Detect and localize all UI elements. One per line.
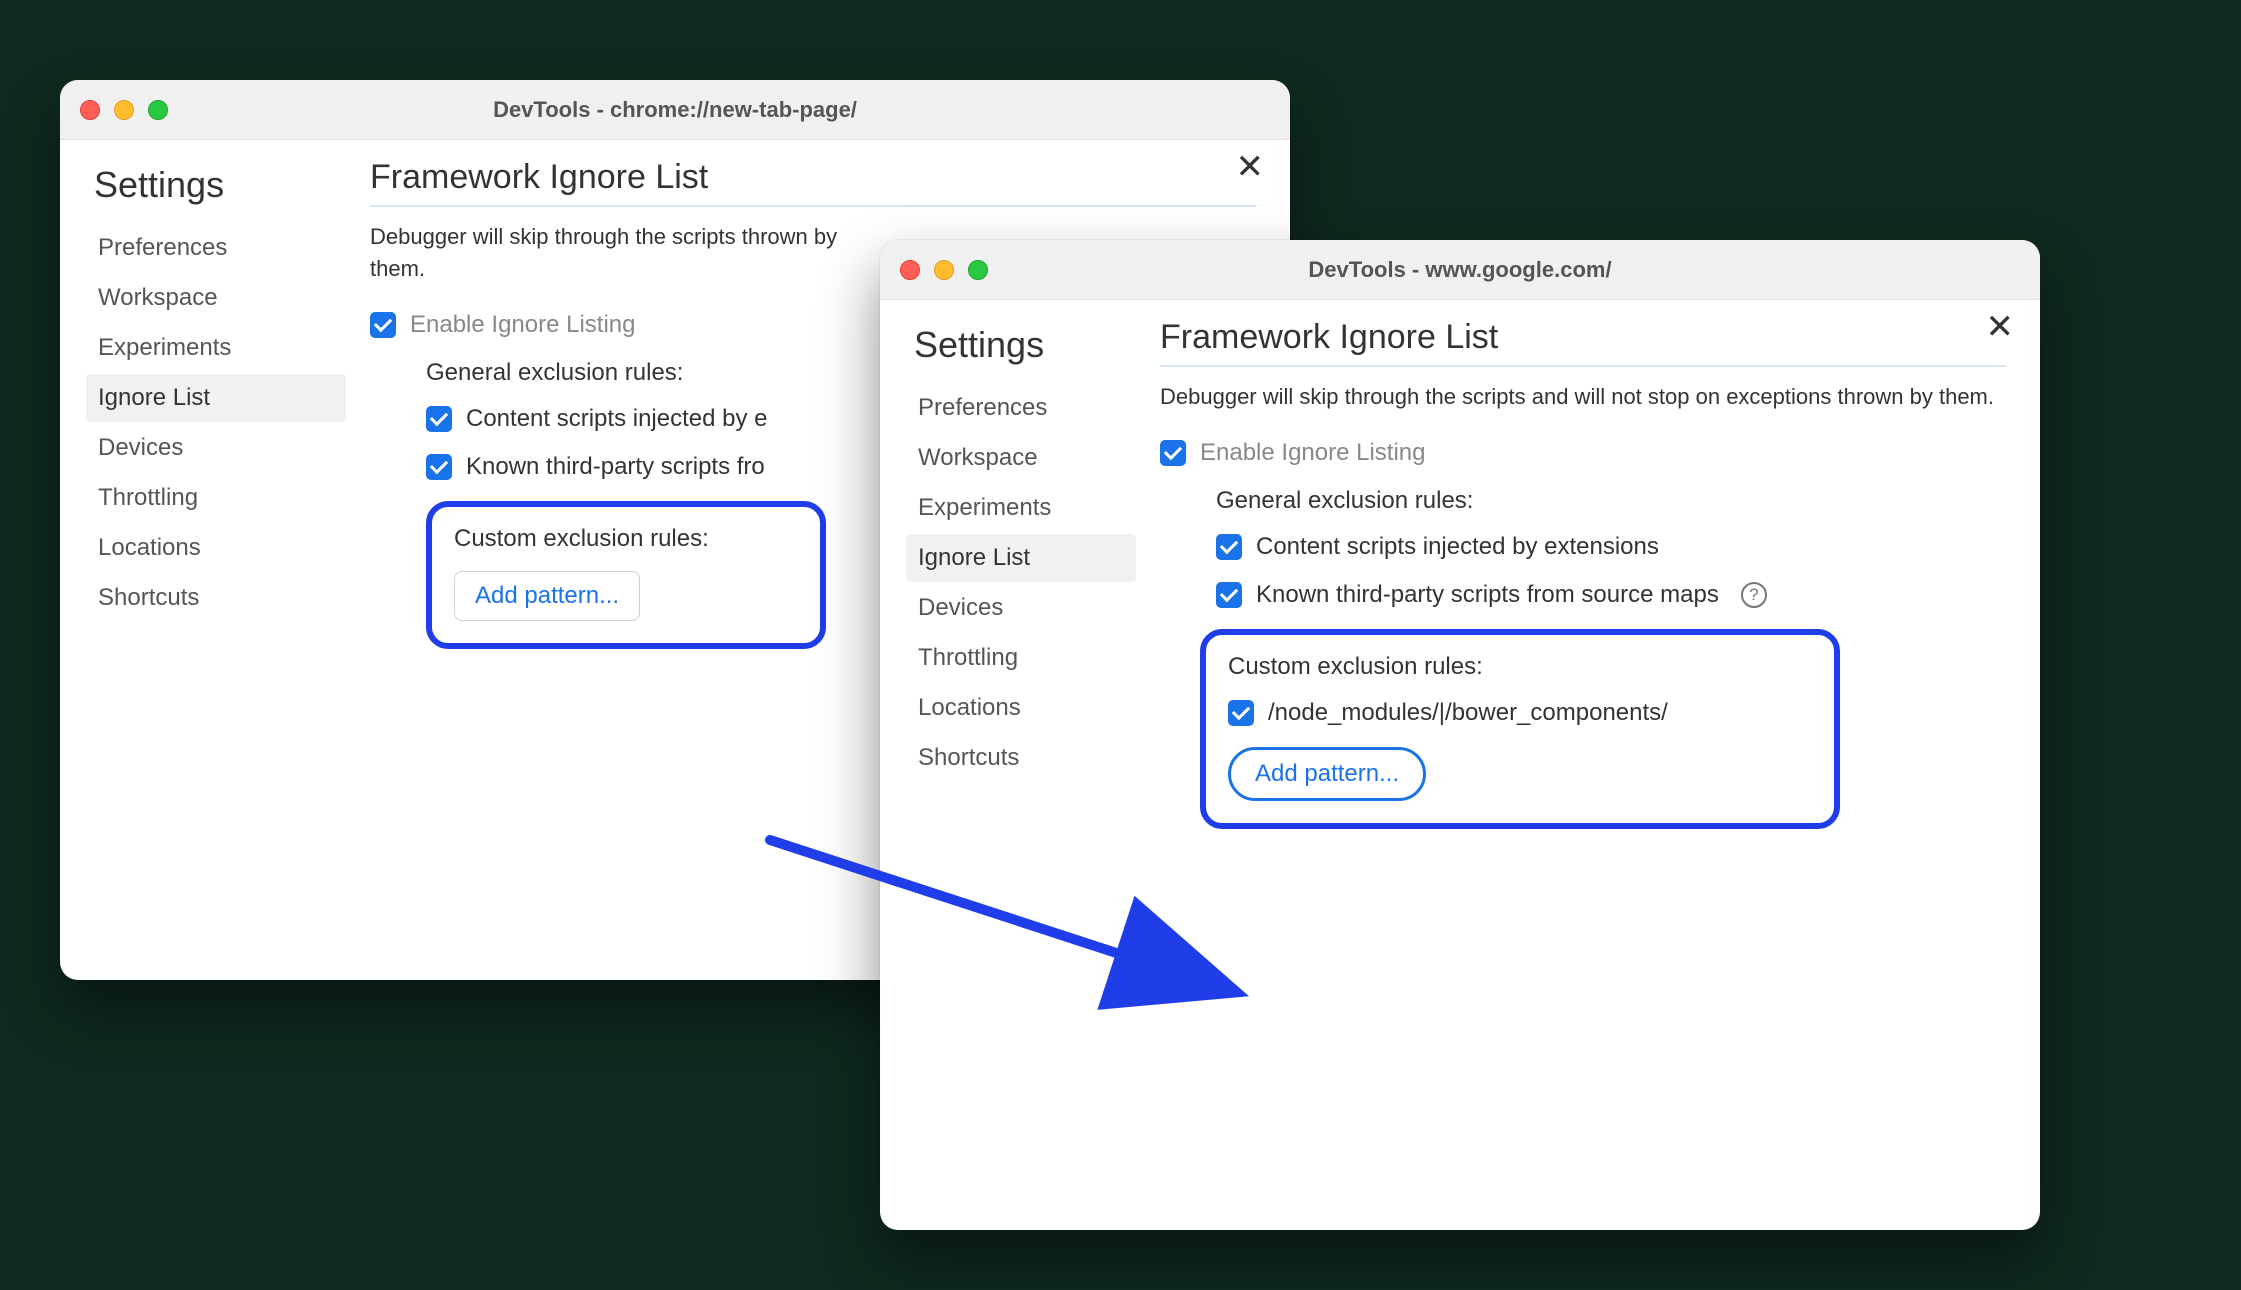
window-minimize-icon[interactable]: [934, 260, 954, 280]
rule-third-party-checkbox[interactable]: [1216, 582, 1242, 608]
sidebar-item-workspace[interactable]: Workspace: [906, 434, 1136, 482]
custom-exclusion-heading: Custom exclusion rules:: [454, 525, 798, 553]
traffic-lights: [80, 100, 168, 120]
custom-pattern-label: /node_modules/|/bower_components/: [1268, 699, 1668, 727]
custom-pattern-row[interactable]: /node_modules/|/bower_components/: [1228, 699, 1812, 727]
rule-content-scripts-row[interactable]: Content scripts injected by extensions: [1216, 533, 2006, 561]
sidebar-item-workspace[interactable]: Workspace: [86, 274, 346, 322]
window-zoom-icon[interactable]: [968, 260, 988, 280]
titlebar: DevTools - www.google.com/: [880, 240, 2040, 300]
sidebar-item-experiments[interactable]: Experiments: [906, 484, 1136, 532]
sidebar-item-devices[interactable]: Devices: [906, 584, 1136, 632]
window-close-icon[interactable]: [900, 260, 920, 280]
panel-title: Framework Ignore List: [1160, 318, 2006, 367]
sidebar-item-experiments[interactable]: Experiments: [86, 324, 346, 372]
window-close-icon[interactable]: [80, 100, 100, 120]
settings-sidebar: Settings Preferences Workspace Experimen…: [86, 158, 346, 950]
window-zoom-icon[interactable]: [148, 100, 168, 120]
sidebar-item-ignore-list[interactable]: Ignore List: [86, 374, 346, 422]
rule-content-scripts-checkbox[interactable]: [426, 406, 452, 432]
titlebar: DevTools - chrome://new-tab-page/: [60, 80, 1290, 140]
rule-third-party-row[interactable]: Known third-party scripts from source ma…: [1216, 581, 2006, 609]
enable-ignore-listing-checkbox[interactable]: [1160, 440, 1186, 466]
sidebar-item-preferences[interactable]: Preferences: [86, 224, 346, 272]
window-title: DevTools - chrome://new-tab-page/: [60, 97, 1290, 123]
settings-panel: Framework Ignore List Debugger will skip…: [1136, 318, 2014, 1200]
rule-third-party-label: Known third-party scripts fro: [466, 453, 765, 481]
sidebar-item-throttling[interactable]: Throttling: [86, 474, 346, 522]
close-icon[interactable]: ✕: [1986, 310, 2015, 344]
panel-description: Debugger will skip through the scripts t…: [370, 221, 890, 285]
sidebar-item-locations[interactable]: Locations: [906, 684, 1136, 732]
close-icon[interactable]: ✕: [1236, 150, 1265, 184]
window-title: DevTools - www.google.com/: [880, 257, 2040, 283]
sidebar-item-locations[interactable]: Locations: [86, 524, 346, 572]
help-icon[interactable]: ?: [1741, 582, 1767, 608]
add-pattern-button[interactable]: Add pattern...: [1228, 747, 1426, 801]
general-exclusion-heading: General exclusion rules:: [1216, 487, 2006, 515]
sidebar-item-ignore-list[interactable]: Ignore List: [906, 534, 1136, 582]
traffic-lights: [900, 260, 988, 280]
sidebar-item-throttling[interactable]: Throttling: [906, 634, 1136, 682]
enable-ignore-listing-label: Enable Ignore Listing: [1200, 439, 1426, 467]
rule-third-party-label: Known third-party scripts from source ma…: [1256, 581, 1719, 609]
enable-ignore-listing-label: Enable Ignore Listing: [410, 311, 636, 339]
sidebar-item-preferences[interactable]: Preferences: [906, 384, 1136, 432]
custom-exclusion-heading: Custom exclusion rules:: [1228, 653, 1812, 681]
rule-third-party-checkbox[interactable]: [426, 454, 452, 480]
sidebar-item-devices[interactable]: Devices: [86, 424, 346, 472]
settings-sidebar: Settings Preferences Workspace Experimen…: [906, 318, 1136, 1200]
rule-content-scripts-checkbox[interactable]: [1216, 534, 1242, 560]
custom-exclusion-highlight: Custom exclusion rules: Add pattern...: [426, 501, 826, 649]
custom-pattern-checkbox[interactable]: [1228, 700, 1254, 726]
panel-description: Debugger will skip through the scripts a…: [1160, 381, 2006, 413]
custom-exclusion-highlight: Custom exclusion rules: /node_modules/|/…: [1200, 629, 1840, 829]
sidebar-item-shortcuts[interactable]: Shortcuts: [86, 574, 346, 622]
sidebar-item-shortcuts[interactable]: Shortcuts: [906, 734, 1136, 782]
devtools-window-right: DevTools - www.google.com/ ✕ Settings Pr…: [880, 240, 2040, 1230]
rule-content-scripts-label: Content scripts injected by extensions: [1256, 533, 1659, 561]
settings-heading: Settings: [86, 164, 346, 206]
window-minimize-icon[interactable]: [114, 100, 134, 120]
add-pattern-button[interactable]: Add pattern...: [454, 571, 640, 621]
enable-ignore-listing-checkbox[interactable]: [370, 312, 396, 338]
settings-heading: Settings: [906, 324, 1136, 366]
rule-content-scripts-label: Content scripts injected by e: [466, 405, 768, 433]
panel-title: Framework Ignore List: [370, 158, 1256, 207]
enable-ignore-listing-row[interactable]: Enable Ignore Listing: [1160, 439, 2006, 467]
